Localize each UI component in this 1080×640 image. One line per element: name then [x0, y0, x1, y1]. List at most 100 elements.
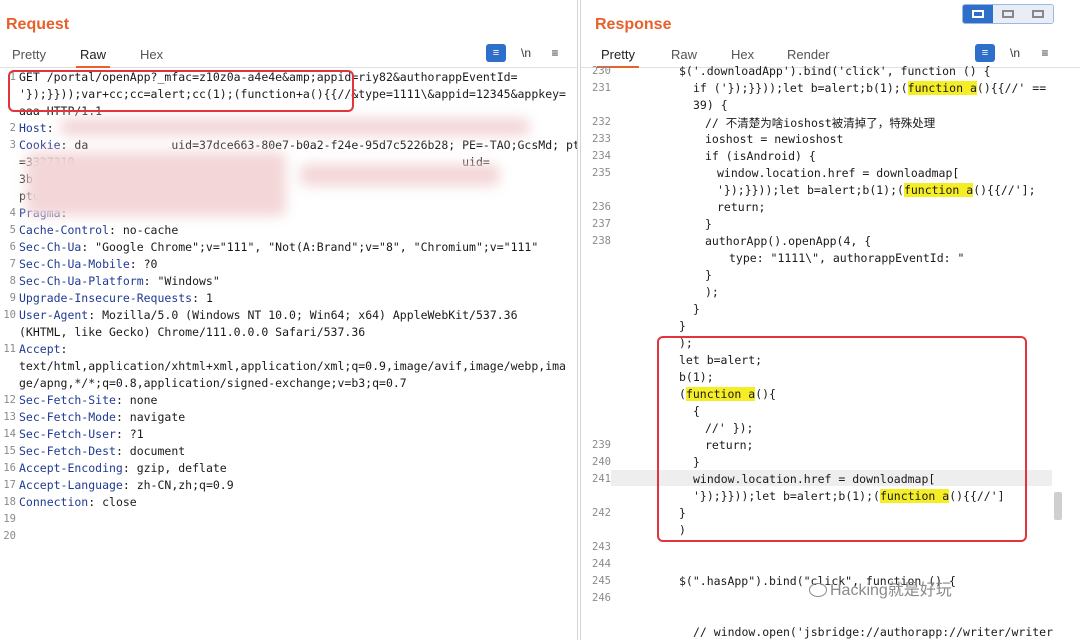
layout-switcher	[962, 4, 1054, 24]
wechat-icon	[809, 583, 827, 597]
header-name: Accept-Encoding	[19, 461, 123, 475]
tab-request-raw[interactable]: Raw	[76, 46, 111, 68]
response-menu-icon[interactable]: ≡	[1035, 44, 1055, 62]
request-panel: Request Pretty Raw Hex ≡ \n ≡ 1 GET /port…	[0, 0, 578, 640]
code-text: window.location.href = downloadmap[	[717, 166, 960, 180]
header-value: ge/apng,*/*;q=0.8,application/signed-exc…	[19, 376, 407, 390]
header-value: : navigate	[115, 410, 186, 424]
response-line-text: }	[705, 217, 712, 231]
request-show-newlines-icon[interactable]: \n	[516, 44, 536, 62]
code-text: authorApp().openApp(4, {	[705, 234, 872, 248]
header-value: : zh-CN,zh;q=0.9	[122, 478, 234, 492]
request-line-text: Sec-Ch-Ua-Mobile: ?0	[19, 257, 157, 271]
code-text: if ('});}}));let b=alert;b(1);(	[693, 81, 908, 95]
request-line-text: Cookie: da uid=37dce663-80e7-b0a2-f24e-9…	[19, 138, 577, 152]
header-name: Cookie	[19, 138, 61, 152]
tab-request-hex[interactable]: Hex	[136, 46, 167, 68]
request-menu-icon[interactable]: ≡	[545, 44, 565, 62]
search-highlight: function a	[907, 81, 977, 95]
request-line-text: Accept-Language: zh-CN,zh;q=0.9	[19, 478, 234, 492]
request-line-text: Accept-Encoding: gzip, deflate	[19, 461, 227, 475]
line-number: 17	[3, 479, 16, 491]
header-value: : ?0	[129, 257, 158, 271]
layout-side-by-side-icon[interactable]	[963, 5, 993, 23]
header-name: Accept-Language	[19, 478, 123, 492]
line-number: 12	[3, 394, 16, 406]
request-title: Request	[6, 16, 70, 33]
header-value: (KHTML, like Gecko) Chrome/111.0.0.0 Saf…	[19, 325, 366, 339]
response-panel: Response Pretty Raw Hex Render ≡ \n ≡ 23…	[580, 0, 1080, 640]
code-text: 39) {	[693, 98, 728, 112]
header-name: Cache-Control	[19, 223, 110, 237]
header-value: : document	[115, 444, 186, 458]
code-text: (){{//'];	[973, 183, 1036, 197]
line-number: 5	[9, 224, 16, 236]
line-number: 20	[3, 530, 16, 542]
response-title: Response	[595, 16, 672, 33]
line-number: 234	[592, 150, 611, 162]
line-number: 4	[9, 207, 16, 219]
response-wrap-lines-icon[interactable]: ≡	[975, 44, 995, 62]
code-text: }	[679, 319, 686, 333]
layout-top-bottom-icon[interactable]	[993, 5, 1023, 23]
header-name: Sec-Fetch-Site	[19, 393, 116, 407]
response-show-newlines-icon[interactable]: \n	[1005, 44, 1025, 62]
header-value: : no-cache	[109, 223, 179, 237]
line-number: 230	[592, 65, 611, 77]
line-number: 237	[592, 218, 611, 230]
response-line-text: 39) {	[693, 98, 728, 112]
header-value: : close	[88, 495, 137, 509]
header-name: Sec-Ch-Ua-Platform	[19, 274, 144, 288]
line-number: 246	[592, 592, 611, 604]
line-number: 3	[9, 139, 16, 151]
line-number: 7	[9, 258, 16, 270]
response-line-text: }	[679, 319, 686, 333]
code-text: // 不清楚为啥ioshost被清掉了，特殊处理	[705, 116, 936, 130]
response-line-text: ioshost = newioshost	[705, 132, 843, 146]
line-number: 239	[592, 439, 611, 451]
response-scrollbar[interactable]	[1054, 492, 1062, 520]
redaction-blur	[300, 164, 500, 186]
code-text: ioshost = newioshost	[705, 132, 844, 146]
line-number: 14	[3, 428, 16, 440]
header-name: Upgrade-Insecure-Requests	[19, 291, 193, 305]
header-value: : gzip, deflate	[122, 461, 227, 475]
request-line-text: User-Agent: Mozilla/5.0 (Windows NT 10.0…	[19, 308, 518, 322]
payload-annotation-box	[8, 70, 354, 112]
request-line-text: Sec-Fetch-Mode: navigate	[19, 410, 185, 424]
line-number: 2	[9, 122, 16, 134]
response-line-text: window.location.href = downloadmap[	[717, 166, 959, 180]
request-line-text: Sec-Fetch-Site: none	[19, 393, 157, 407]
line-number: 16	[3, 462, 16, 474]
request-line-text: Sec-Fetch-User: ?1	[19, 427, 144, 441]
header-name: Connection	[19, 495, 89, 509]
code-text: );	[705, 285, 719, 299]
request-line-text: Sec-Fetch-Dest: document	[19, 444, 185, 458]
request-line-text: Upgrade-Insecure-Requests: 1	[19, 291, 213, 305]
response-line-text: // window.open('jsbridge://authorapp://w…	[693, 625, 1053, 639]
line-number: 242	[592, 507, 611, 519]
response-line-text: }	[693, 302, 700, 316]
request-line-text: text/html,application/xhtml+xml,applicat…	[19, 359, 566, 373]
layout-tabs-icon[interactable]	[1023, 5, 1053, 23]
header-name: User-Agent	[19, 308, 89, 322]
tab-request-pretty[interactable]: Pretty	[8, 46, 50, 68]
header-name: Sec-Fetch-Mode	[19, 410, 116, 424]
line-number: 244	[592, 558, 611, 570]
line-number: 13	[3, 411, 16, 423]
header-name: Sec-Fetch-Dest	[19, 444, 116, 458]
header-name: Sec-Fetch-User	[19, 427, 116, 441]
header-value: : Mozilla/5.0 (Windows NT 10.0; Win64; x…	[88, 308, 518, 322]
header-value: : none	[115, 393, 158, 407]
watermark: Hacking就是好玩	[809, 576, 952, 600]
line-number: 9	[9, 292, 16, 304]
response-line-text: '});}}));let b=alert;b(1);(function a(){…	[717, 183, 1036, 197]
response-line-text: authorApp().openApp(4, {	[705, 234, 871, 248]
line-number: 6	[9, 241, 16, 253]
request-line-text: Cache-Control: no-cache	[19, 223, 178, 237]
line-number: 19	[3, 513, 16, 525]
line-number: 236	[592, 201, 611, 213]
request-wrap-lines-icon[interactable]: ≡	[486, 44, 506, 62]
line-number: 231	[592, 82, 611, 94]
header-value: : "Windows"	[143, 274, 220, 288]
